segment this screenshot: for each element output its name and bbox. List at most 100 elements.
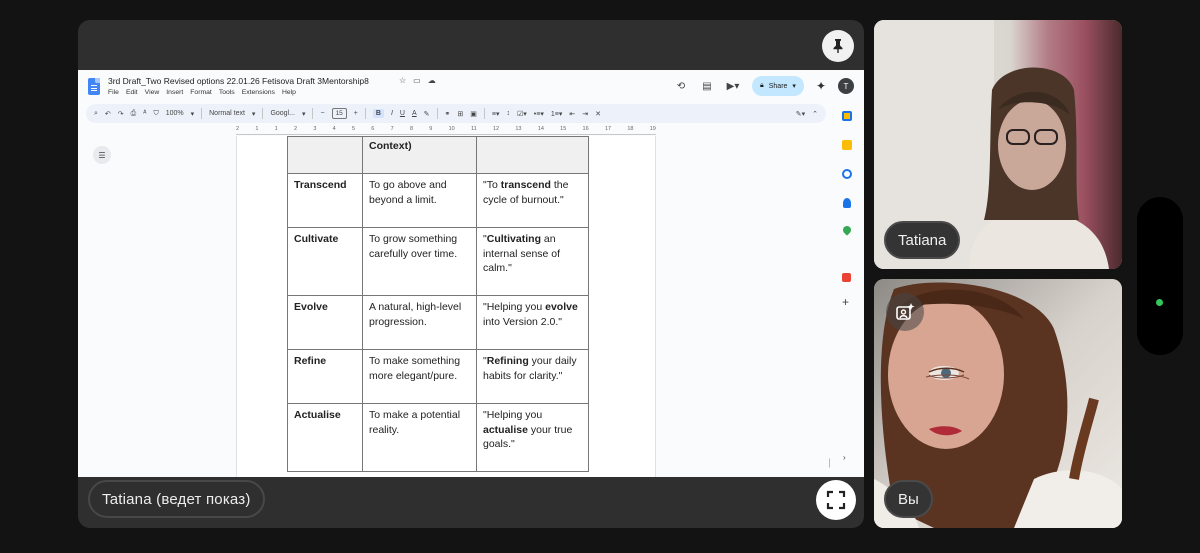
definition-cell: A natural, high-level progression. (362, 295, 477, 350)
menu-tools[interactable]: Tools (219, 89, 235, 96)
table-cell (476, 136, 589, 174)
insert-image-icon[interactable]: ▣ (470, 110, 477, 118)
calendar-icon[interactable] (842, 111, 852, 121)
document-outline-button[interactable]: ☰ (93, 146, 111, 164)
example-text: "To (483, 179, 501, 191)
vocabulary-table: Context) Transcend To go above and beyon… (287, 136, 589, 472)
chevron-up-icon[interactable]: ⌃ (812, 110, 818, 118)
menu-extensions[interactable]: Extensions (242, 89, 275, 96)
editing-mode-icon[interactable]: ✎▾ (796, 110, 805, 118)
menu-file[interactable]: File (108, 89, 119, 96)
ruler: 2 1 1 2 3 4 5 6 7 8 9 10 11 12 13 14 15 16 17 18 19 (236, 126, 656, 136)
definition-cell: To grow something carefully over time. (362, 227, 477, 296)
ruler-mark: 18 (627, 126, 634, 132)
ruler-mark: 15 (560, 126, 567, 132)
keep-icon[interactable] (842, 140, 852, 150)
menu-insert[interactable]: Insert (166, 89, 183, 96)
line-spacing-icon[interactable]: ↕ (507, 110, 511, 117)
chevron-down-icon: ▾ (301, 110, 306, 118)
table-row: Context) (287, 136, 589, 174)
ruler-mark: 4 (332, 126, 336, 132)
font-select[interactable]: Googl... (270, 110, 295, 117)
term-cell: Cultivate (287, 227, 363, 296)
toolbar-divider (312, 108, 314, 119)
comments-icon[interactable]: ▤ (700, 81, 714, 92)
addon-icon[interactable] (842, 273, 851, 282)
cloud-saved-icon[interactable]: ☁ (428, 76, 436, 85)
gemini-icon[interactable]: ✦ (816, 79, 826, 93)
ruler-mark: 5 (351, 126, 356, 132)
underline-button[interactable]: U (400, 110, 405, 117)
fullscreen-icon (826, 490, 846, 510)
doc-toolbar: ⌕ ↶ ↷ ⎙ ᴬ ⛉ 100% ▾ Normal text ▾ Googl..… (86, 104, 826, 123)
table-row: Cultivate To grow something carefully ov… (287, 227, 589, 296)
text-color-button[interactable]: A (412, 110, 417, 117)
doc-title[interactable]: 3rd Draft_Two Revised options 22.01.26 F… (108, 76, 369, 86)
fullscreen-button[interactable] (816, 480, 856, 520)
account-avatar[interactable]: T (838, 78, 854, 94)
paint-format-icon[interactable]: ⛉ (153, 110, 158, 118)
definition-cell: To make a potential reality. (362, 403, 477, 472)
definition-cell: To make something more elegant/pure. (362, 349, 477, 404)
ruler-mark: 10 (448, 126, 455, 132)
italic-button[interactable]: I (391, 110, 393, 117)
lock-icon: 🔒︎ (760, 82, 764, 89)
decrease-indent-icon[interactable]: ⇤ (569, 110, 575, 118)
ruler-mark: 17 (604, 126, 612, 132)
contacts-icon[interactable] (843, 198, 851, 208)
menu-view[interactable]: View (145, 89, 160, 96)
term-cell: Refine (287, 349, 363, 404)
pin-icon (833, 39, 843, 53)
add-addon-icon[interactable]: + (842, 295, 849, 309)
checklist-icon[interactable]: ☑▾ (517, 110, 527, 118)
example-cell: "Helping you actualise your true goals." (476, 403, 589, 472)
ruler-mark: 3 (313, 126, 317, 132)
ruler-mark: 2 (293, 126, 298, 132)
redo-icon[interactable]: ↷ (118, 110, 124, 118)
table-cell (287, 136, 363, 174)
menu-format[interactable]: Format (190, 89, 212, 96)
spellcheck-icon[interactable]: ᴬ (143, 110, 146, 117)
chevron-down-icon: ▾ (251, 110, 256, 118)
star-icon[interactable]: ☆ (399, 76, 406, 85)
add-comment-icon[interactable]: ⊞ (457, 110, 463, 118)
meet-icon[interactable]: ▶▾ (726, 81, 740, 92)
version-history-icon[interactable]: ⟲ (674, 81, 688, 92)
bulleted-list-icon[interactable]: •≡▾ (534, 110, 544, 118)
increase-indent-icon[interactable]: ⇥ (582, 110, 588, 118)
undo-icon[interactable]: ↶ (105, 110, 111, 118)
align-icon[interactable]: ≡▾ (492, 110, 500, 118)
style-select[interactable]: Normal text (209, 110, 245, 117)
share-button[interactable]: 🔒︎ Share ▾ (752, 76, 804, 96)
table-cell: Context) (362, 136, 477, 174)
move-folder-icon[interactable]: ▭ (413, 76, 421, 85)
numbered-list-icon[interactable]: 1≡▾ (551, 110, 563, 118)
menu-edit[interactable]: Edit (126, 89, 138, 96)
participant-tile-tatiana[interactable]: Tatiana (874, 20, 1122, 269)
print-icon[interactable]: ⎙ (131, 110, 137, 118)
participant-tile-self[interactable]: Вы (874, 279, 1122, 528)
clear-formatting-icon[interactable]: ✕ (595, 110, 601, 118)
doc-header: 3rd Draft_Two Revised options 22.01.26 F… (78, 70, 864, 103)
search-icon[interactable]: ⌕ (94, 110, 98, 118)
example-bold: Cultivating (486, 233, 541, 245)
chevron-right-icon[interactable]: › (843, 453, 846, 462)
zoom-select[interactable]: 100% (166, 110, 184, 117)
font-size-input[interactable]: 15 (331, 108, 347, 119)
screen-share-tile[interactable]: 3rd Draft_Two Revised options 22.01.26 F… (78, 20, 864, 528)
document-page[interactable]: Context) Transcend To go above and beyon… (236, 136, 656, 477)
side-control-pill[interactable] (1137, 197, 1183, 355)
ruler-mark: 12 (492, 126, 500, 132)
visual-effects-button[interactable] (886, 293, 924, 331)
maps-icon[interactable] (841, 224, 853, 236)
bold-button[interactable]: B (372, 109, 384, 118)
decrease-font-size-icon[interactable]: − (320, 110, 324, 117)
highlight-icon[interactable]: ✎ (424, 110, 430, 118)
tasks-icon[interactable] (842, 169, 852, 179)
pin-button[interactable] (822, 30, 854, 62)
example-cell: "Refining your daily habits for clarity.… (476, 349, 589, 404)
link-icon[interactable]: ⚭ (445, 110, 451, 118)
ruler-mark: 1 (274, 126, 278, 132)
increase-font-size-icon[interactable]: + (354, 110, 358, 117)
menu-help[interactable]: Help (282, 89, 296, 96)
